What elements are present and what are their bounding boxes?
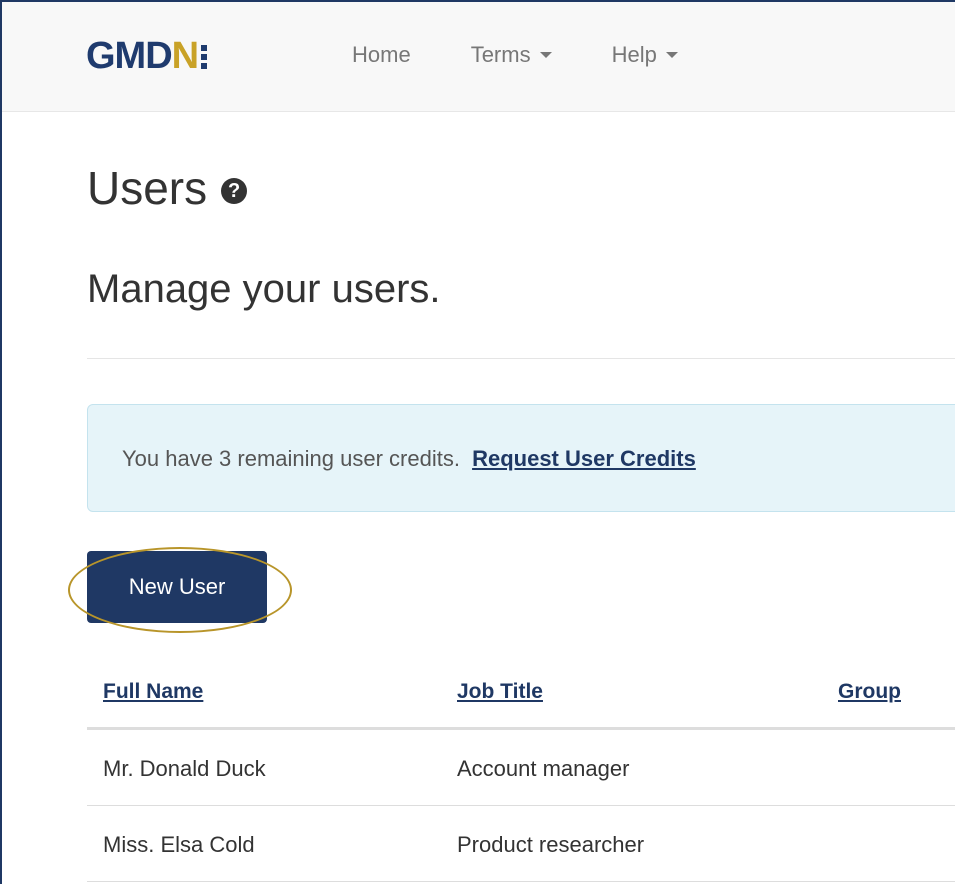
column-header-job-title[interactable]: Job Title: [457, 680, 543, 704]
table-header: Full Name Job Title Group: [87, 652, 955, 730]
nav-help-dropdown[interactable]: Help: [612, 42, 678, 68]
nav-terms-dropdown[interactable]: Terms: [471, 42, 552, 68]
users-table: Full Name Job Title Group Mr. Donald Duc…: [87, 652, 955, 882]
caret-down-icon: [665, 52, 678, 58]
page-title-text: Users: [87, 162, 208, 214]
table-row[interactable]: Mr. Donald Duck Account manager: [87, 730, 955, 806]
nav-home-link[interactable]: Home: [352, 42, 411, 68]
section-divider: [87, 358, 955, 359]
new-user-button[interactable]: New User: [87, 551, 267, 623]
top-navbar: GMDN Home Terms Help: [2, 2, 955, 112]
cell-job-title: Account manager: [457, 756, 630, 781]
logo-text: GMDN: [86, 35, 199, 77]
logo-mark-icon: [201, 45, 208, 69]
cell-job-title: Product researcher: [457, 832, 645, 857]
credits-message: You have 3 remaining user credits.: [122, 446, 460, 471]
column-header-group[interactable]: Group: [838, 680, 901, 704]
table-row[interactable]: Miss. Elsa Cold Product researcher: [87, 806, 955, 882]
question-circle-icon[interactable]: ?: [221, 178, 248, 204]
page-title: Users ?: [87, 160, 248, 216]
brand-logo[interactable]: GMDN: [86, 35, 208, 77]
nav-menu: Home Terms Help: [352, 42, 738, 68]
credits-alert: You have 3 remaining user credits. Reque…: [87, 404, 955, 512]
column-header-full-name[interactable]: Full Name: [103, 680, 203, 704]
cell-full-name: Miss. Elsa Cold: [103, 832, 255, 857]
caret-down-icon: [539, 52, 552, 58]
app-window: GMDN Home Terms Help Users ? Manage your…: [0, 0, 955, 884]
page-subtitle: Manage your users.: [87, 267, 441, 311]
cell-full-name: Mr. Donald Duck: [103, 756, 266, 781]
credits-alert-text: You have 3 remaining user credits. Reque…: [122, 446, 696, 472]
request-user-credits-link[interactable]: Request User Credits: [472, 446, 696, 471]
